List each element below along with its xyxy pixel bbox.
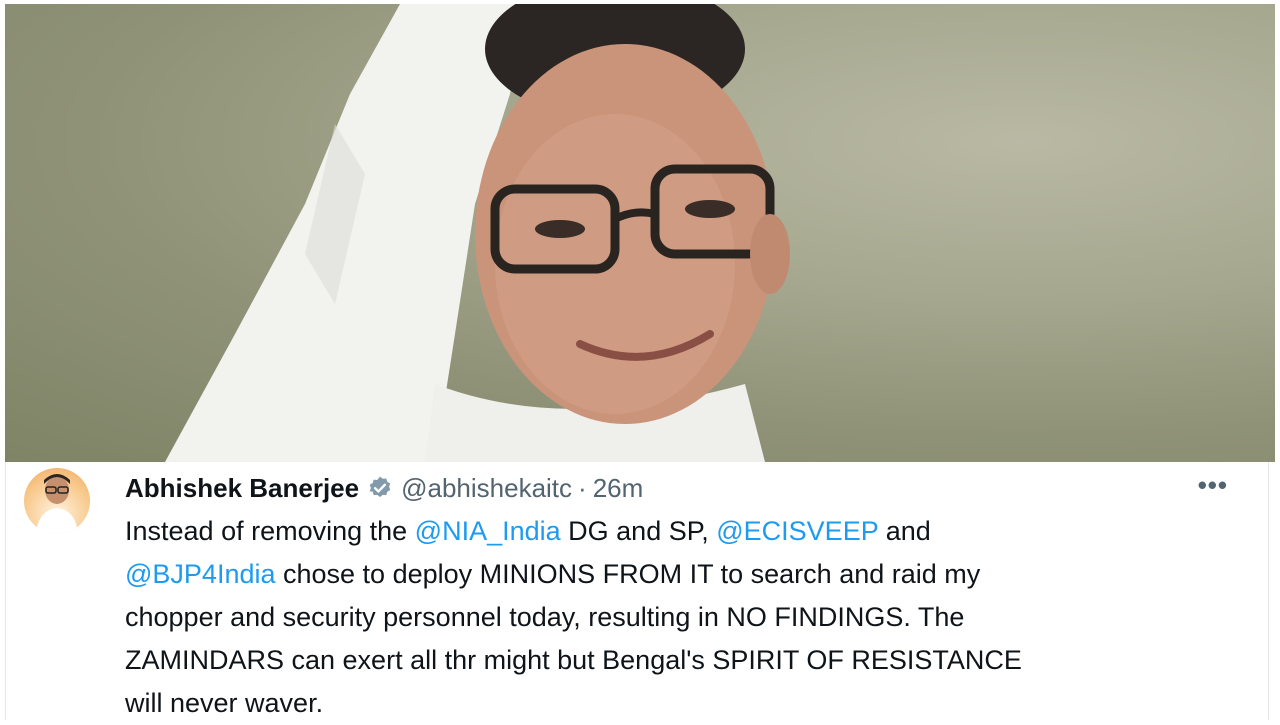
verified-badge-icon bbox=[367, 475, 393, 501]
tweet-line-2: @BJP4India chose to deploy MINIONS FROM … bbox=[125, 553, 1245, 596]
avatar[interactable] bbox=[24, 468, 90, 534]
tweet-photo[interactable] bbox=[5, 4, 1275, 462]
tweet-line-1: Instead of removing the @NIA_India DG an… bbox=[125, 510, 1245, 553]
more-icon[interactable]: ••• bbox=[1198, 470, 1228, 501]
display-name[interactable]: Abhishek Banerjee bbox=[125, 473, 359, 504]
text-segment: DG and SP, bbox=[560, 516, 717, 546]
text-segment: chose to deploy MINIONS FROM IT to searc… bbox=[275, 559, 981, 589]
photo-illustration bbox=[165, 4, 790, 462]
user-handle[interactable]: @abhishekaitc bbox=[401, 473, 572, 504]
tweet-line-5: will never waver. bbox=[125, 688, 324, 718]
mention-ecisveep[interactable]: @ECISVEEP bbox=[716, 516, 878, 546]
avatar-portrait bbox=[36, 474, 78, 534]
mention-nia[interactable]: @NIA_India bbox=[415, 516, 561, 546]
tweet-line-4: ZAMINDARS can exert all thr might but Be… bbox=[125, 645, 1022, 675]
tweet-text: Instead of removing the @NIA_India DG an… bbox=[125, 510, 1245, 725]
separator-dot: · bbox=[578, 472, 587, 503]
text-segment: Instead of removing the bbox=[125, 516, 415, 546]
mention-bjp4india[interactable]: @BJP4India bbox=[125, 559, 276, 589]
text-segment: and bbox=[878, 516, 931, 546]
tweet-line-3: chopper and security personnel today, re… bbox=[125, 602, 965, 632]
timestamp[interactable]: 26m bbox=[593, 473, 644, 504]
tweet-card[interactable]: Abhishek Banerjee @abhishekaitc · 26m ••… bbox=[5, 462, 1269, 720]
tweet-header: Abhishek Banerjee @abhishekaitc · 26m bbox=[125, 470, 643, 506]
